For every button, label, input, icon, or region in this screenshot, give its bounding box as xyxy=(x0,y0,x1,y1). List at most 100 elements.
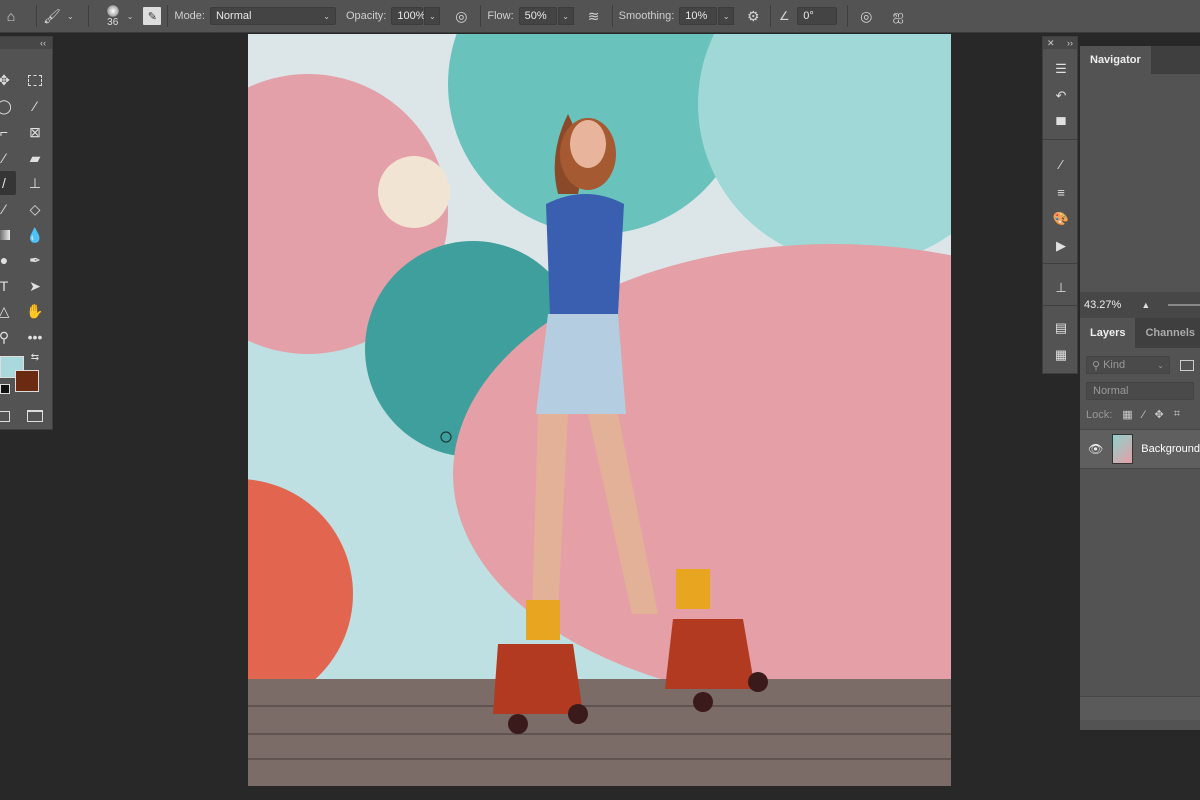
search-icon: ⚲ xyxy=(1092,359,1101,372)
default-colors-icon[interactable] xyxy=(0,384,10,394)
hand-tool-icon[interactable]: ✋ xyxy=(23,299,47,323)
lock-transparent-pixels-icon[interactable]: ▦ xyxy=(1122,408,1132,421)
smoothing-dropdown[interactable]: ⌄ xyxy=(718,7,735,25)
document-canvas[interactable] xyxy=(248,34,951,786)
brush-tool-preset-icon[interactable]: 🖌 xyxy=(43,8,61,25)
crop-tool-icon[interactable]: ⌐ xyxy=(0,120,16,144)
brushes-icon[interactable]: ≡ xyxy=(1051,182,1071,202)
screen-mode-icon[interactable] xyxy=(23,404,47,428)
brush-settings-icon[interactable]: ⁄ xyxy=(1051,154,1071,174)
lock-label: Lock: xyxy=(1086,408,1113,421)
chevron-down-icon[interactable]: ⌄ xyxy=(67,12,74,21)
symmetry-butterfly-icon[interactable]: ஐ xyxy=(886,7,910,26)
adjustments-icon[interactable]: ☰ xyxy=(1051,59,1071,79)
mode-label: Mode: xyxy=(174,10,205,22)
type-tool-icon[interactable]: T xyxy=(0,274,16,298)
plugins-icon[interactable]: ▀ xyxy=(1051,114,1071,134)
mode-value: Normal xyxy=(215,10,252,22)
mural-cream-circle xyxy=(378,156,450,228)
opacity-label: Opacity: xyxy=(345,10,387,22)
zoom-out-icon[interactable]: ▲ xyxy=(1141,300,1150,310)
properties-icon[interactable]: ▤ xyxy=(1051,318,1071,338)
clone-stamp-tool-icon[interactable]: ⊥ xyxy=(23,171,47,195)
blur-tool-icon[interactable]: 💧 xyxy=(23,223,47,247)
brush-size-picker[interactable]: 36 xyxy=(101,4,125,28)
navigator-preview xyxy=(1080,74,1200,292)
brush-tool-icon[interactable]: / xyxy=(0,171,16,195)
smoothing-options-gear-icon[interactable]: ⚙ xyxy=(742,8,764,25)
eyedropper-tool-icon[interactable]: ⁄ xyxy=(0,146,16,170)
path-selection-tool-icon[interactable]: ➤ xyxy=(23,274,47,298)
lasso-tool-icon[interactable]: ◯ xyxy=(0,94,16,118)
shape-tool-icon[interactable]: △ xyxy=(0,299,16,323)
marquee-tool-icon[interactable] xyxy=(23,68,47,92)
swatches-palette-icon[interactable]: 🎨 xyxy=(1051,209,1071,229)
layers-footer xyxy=(1080,696,1200,720)
brush-tip-icon xyxy=(106,4,119,17)
filter-kind-label: Kind xyxy=(1103,359,1126,371)
clone-source-icon[interactable]: ⊥ xyxy=(1051,278,1071,298)
filter-pixel-layers-icon[interactable] xyxy=(1180,359,1194,371)
lock-artboard-icon[interactable]: ⌗ xyxy=(1174,408,1180,421)
airbrush-icon[interactable]: ≋ xyxy=(582,8,606,25)
move-tool-icon[interactable]: ✥ xyxy=(0,68,16,92)
history-brush-tool-icon[interactable]: ⁄ xyxy=(0,197,16,221)
flow-dropdown[interactable]: ⌄ xyxy=(557,7,574,25)
angle-icon: ∠ xyxy=(778,9,790,23)
options-bar: ⌂ 🖌 ⌄ 36 ⌄ ✎ Mode: Normal ⌄ Opacity: 100%… xyxy=(0,0,1200,33)
mode-select[interactable]: Normal ⌄ xyxy=(209,7,336,25)
smoothing-label: Smoothing: xyxy=(618,10,675,22)
frame-tool-icon[interactable]: ⊠ xyxy=(23,120,47,144)
flow-input[interactable]: 50% xyxy=(518,7,557,25)
layer-name[interactable]: Background xyxy=(1141,443,1200,455)
layer-thumbnail xyxy=(1111,434,1134,464)
gradient-tool-icon[interactable] xyxy=(0,223,16,247)
magic-wand-tool-icon[interactable]: ⁄ xyxy=(23,94,47,118)
eraser-tool-icon[interactable]: ◇ xyxy=(23,197,47,221)
actions-play-icon[interactable]: ▶ xyxy=(1051,236,1071,256)
chevron-down-icon[interactable]: ⌄ xyxy=(127,12,134,21)
pressure-size-icon[interactable]: ◎ xyxy=(854,8,878,25)
pressure-opacity-icon[interactable]: ◎ xyxy=(448,8,474,25)
opacity-dropdown[interactable]: ⌄ xyxy=(424,7,441,25)
expand-panels-button[interactable]: ›› xyxy=(1067,38,1073,48)
visibility-eye-icon[interactable]: 👁 xyxy=(1080,442,1112,456)
blend-mode-value: Normal xyxy=(1093,385,1129,397)
brush-settings-panel-icon[interactable]: ✎ xyxy=(143,7,162,25)
tab-channels[interactable]: Channels xyxy=(1135,318,1200,348)
layers-panel: Layers Channels ⚲ Kind ⌄ Normal Lock: ▦ ⁄ … xyxy=(1080,318,1200,730)
layer-row[interactable]: 👁 Background xyxy=(1080,429,1200,469)
swap-colors-icon[interactable]: ⇆ xyxy=(26,349,44,365)
brush-size-value: 36 xyxy=(107,16,119,28)
chevron-down-icon: ⌄ xyxy=(323,11,330,21)
navigator-panel: Navigator 43.27% ▲ xyxy=(1080,46,1200,318)
tab-navigator[interactable]: Navigator xyxy=(1080,46,1151,74)
flow-label: Flow: xyxy=(487,10,514,22)
home-icon[interactable]: ⌂ xyxy=(0,8,22,24)
angle-input[interactable]: 0° xyxy=(797,7,838,25)
canvas-image xyxy=(248,34,951,786)
zoom-level[interactable]: 43.27% xyxy=(1080,299,1141,311)
opacity-input[interactable]: 100% xyxy=(391,7,425,25)
notes-icon[interactable]: ▦ xyxy=(1051,345,1071,365)
zoom-tool-icon[interactable]: ⚲ xyxy=(0,325,16,349)
tab-layers[interactable]: Layers xyxy=(1080,318,1136,348)
collapse-panel-button[interactable]: ‹‹ xyxy=(40,38,46,48)
close-panel-button[interactable]: ✕ xyxy=(1047,38,1055,49)
tools-panel: ‹‹ ✥ ◯ ⁄ ⌐ ⊠ ⁄ ▰ / ⊥ ⁄ ◇ 💧 ● ✒ T ➤ △ ✋ ⚲… xyxy=(0,36,53,430)
smoothing-input[interactable]: 10% xyxy=(679,7,718,25)
collapsed-panels-strip: ✕ ›› ☰ ↶ ▀ ⁄ ≡ 🎨 ▶ ⊥ ▤ ▦ xyxy=(1042,36,1078,374)
layer-filter-kind-select[interactable]: ⚲ Kind ⌄ xyxy=(1086,356,1170,374)
healing-brush-tool-icon[interactable]: ▰ xyxy=(23,146,47,170)
pen-tool-icon[interactable]: ✒ xyxy=(23,248,47,272)
background-color-swatch[interactable] xyxy=(15,370,39,392)
lock-position-icon[interactable]: ✥ xyxy=(1155,408,1164,421)
blend-mode-select[interactable]: Normal xyxy=(1086,382,1194,400)
more-tools-icon[interactable]: ••• xyxy=(23,325,47,349)
lock-image-pixels-icon[interactable]: ⁄ xyxy=(1143,409,1145,421)
history-icon[interactable]: ↶ xyxy=(1051,86,1071,106)
brick-pavement xyxy=(248,679,951,786)
zoom-slider[interactable] xyxy=(1168,304,1200,306)
dodge-tool-icon[interactable]: ● xyxy=(0,248,16,272)
quick-mask-icon[interactable] xyxy=(0,404,16,428)
